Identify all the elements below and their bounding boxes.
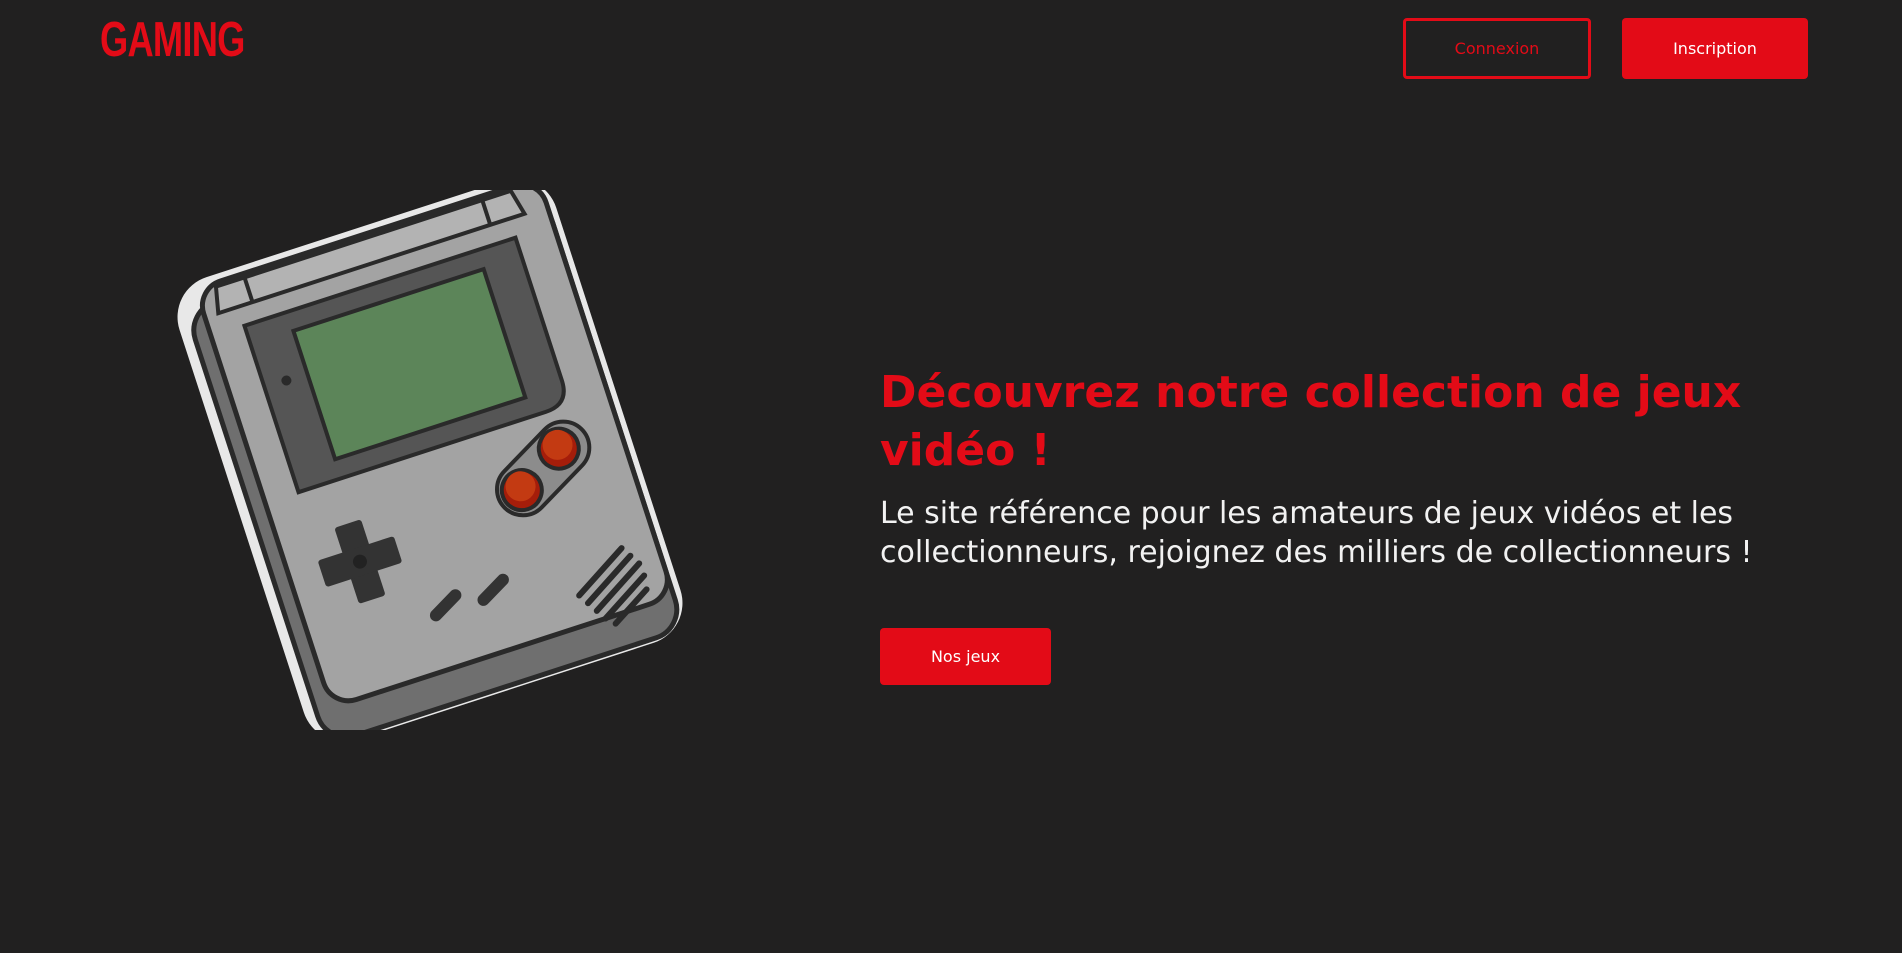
- landing-page: GAMING Connexion Inscription Découvrez n…: [0, 0, 1902, 953]
- our-games-button[interactable]: Nos jeux: [880, 628, 1051, 685]
- signup-button[interactable]: Inscription: [1622, 18, 1808, 79]
- handheld-console-icon: [177, 190, 683, 730]
- site-logo[interactable]: GAMING: [100, 16, 245, 65]
- login-button[interactable]: Connexion: [1403, 18, 1591, 79]
- hero-subtitle: Le site référence pour les amateurs de j…: [880, 496, 1753, 570]
- hero-title: Découvrez notre collection de jeux vidéo…: [880, 367, 1742, 476]
